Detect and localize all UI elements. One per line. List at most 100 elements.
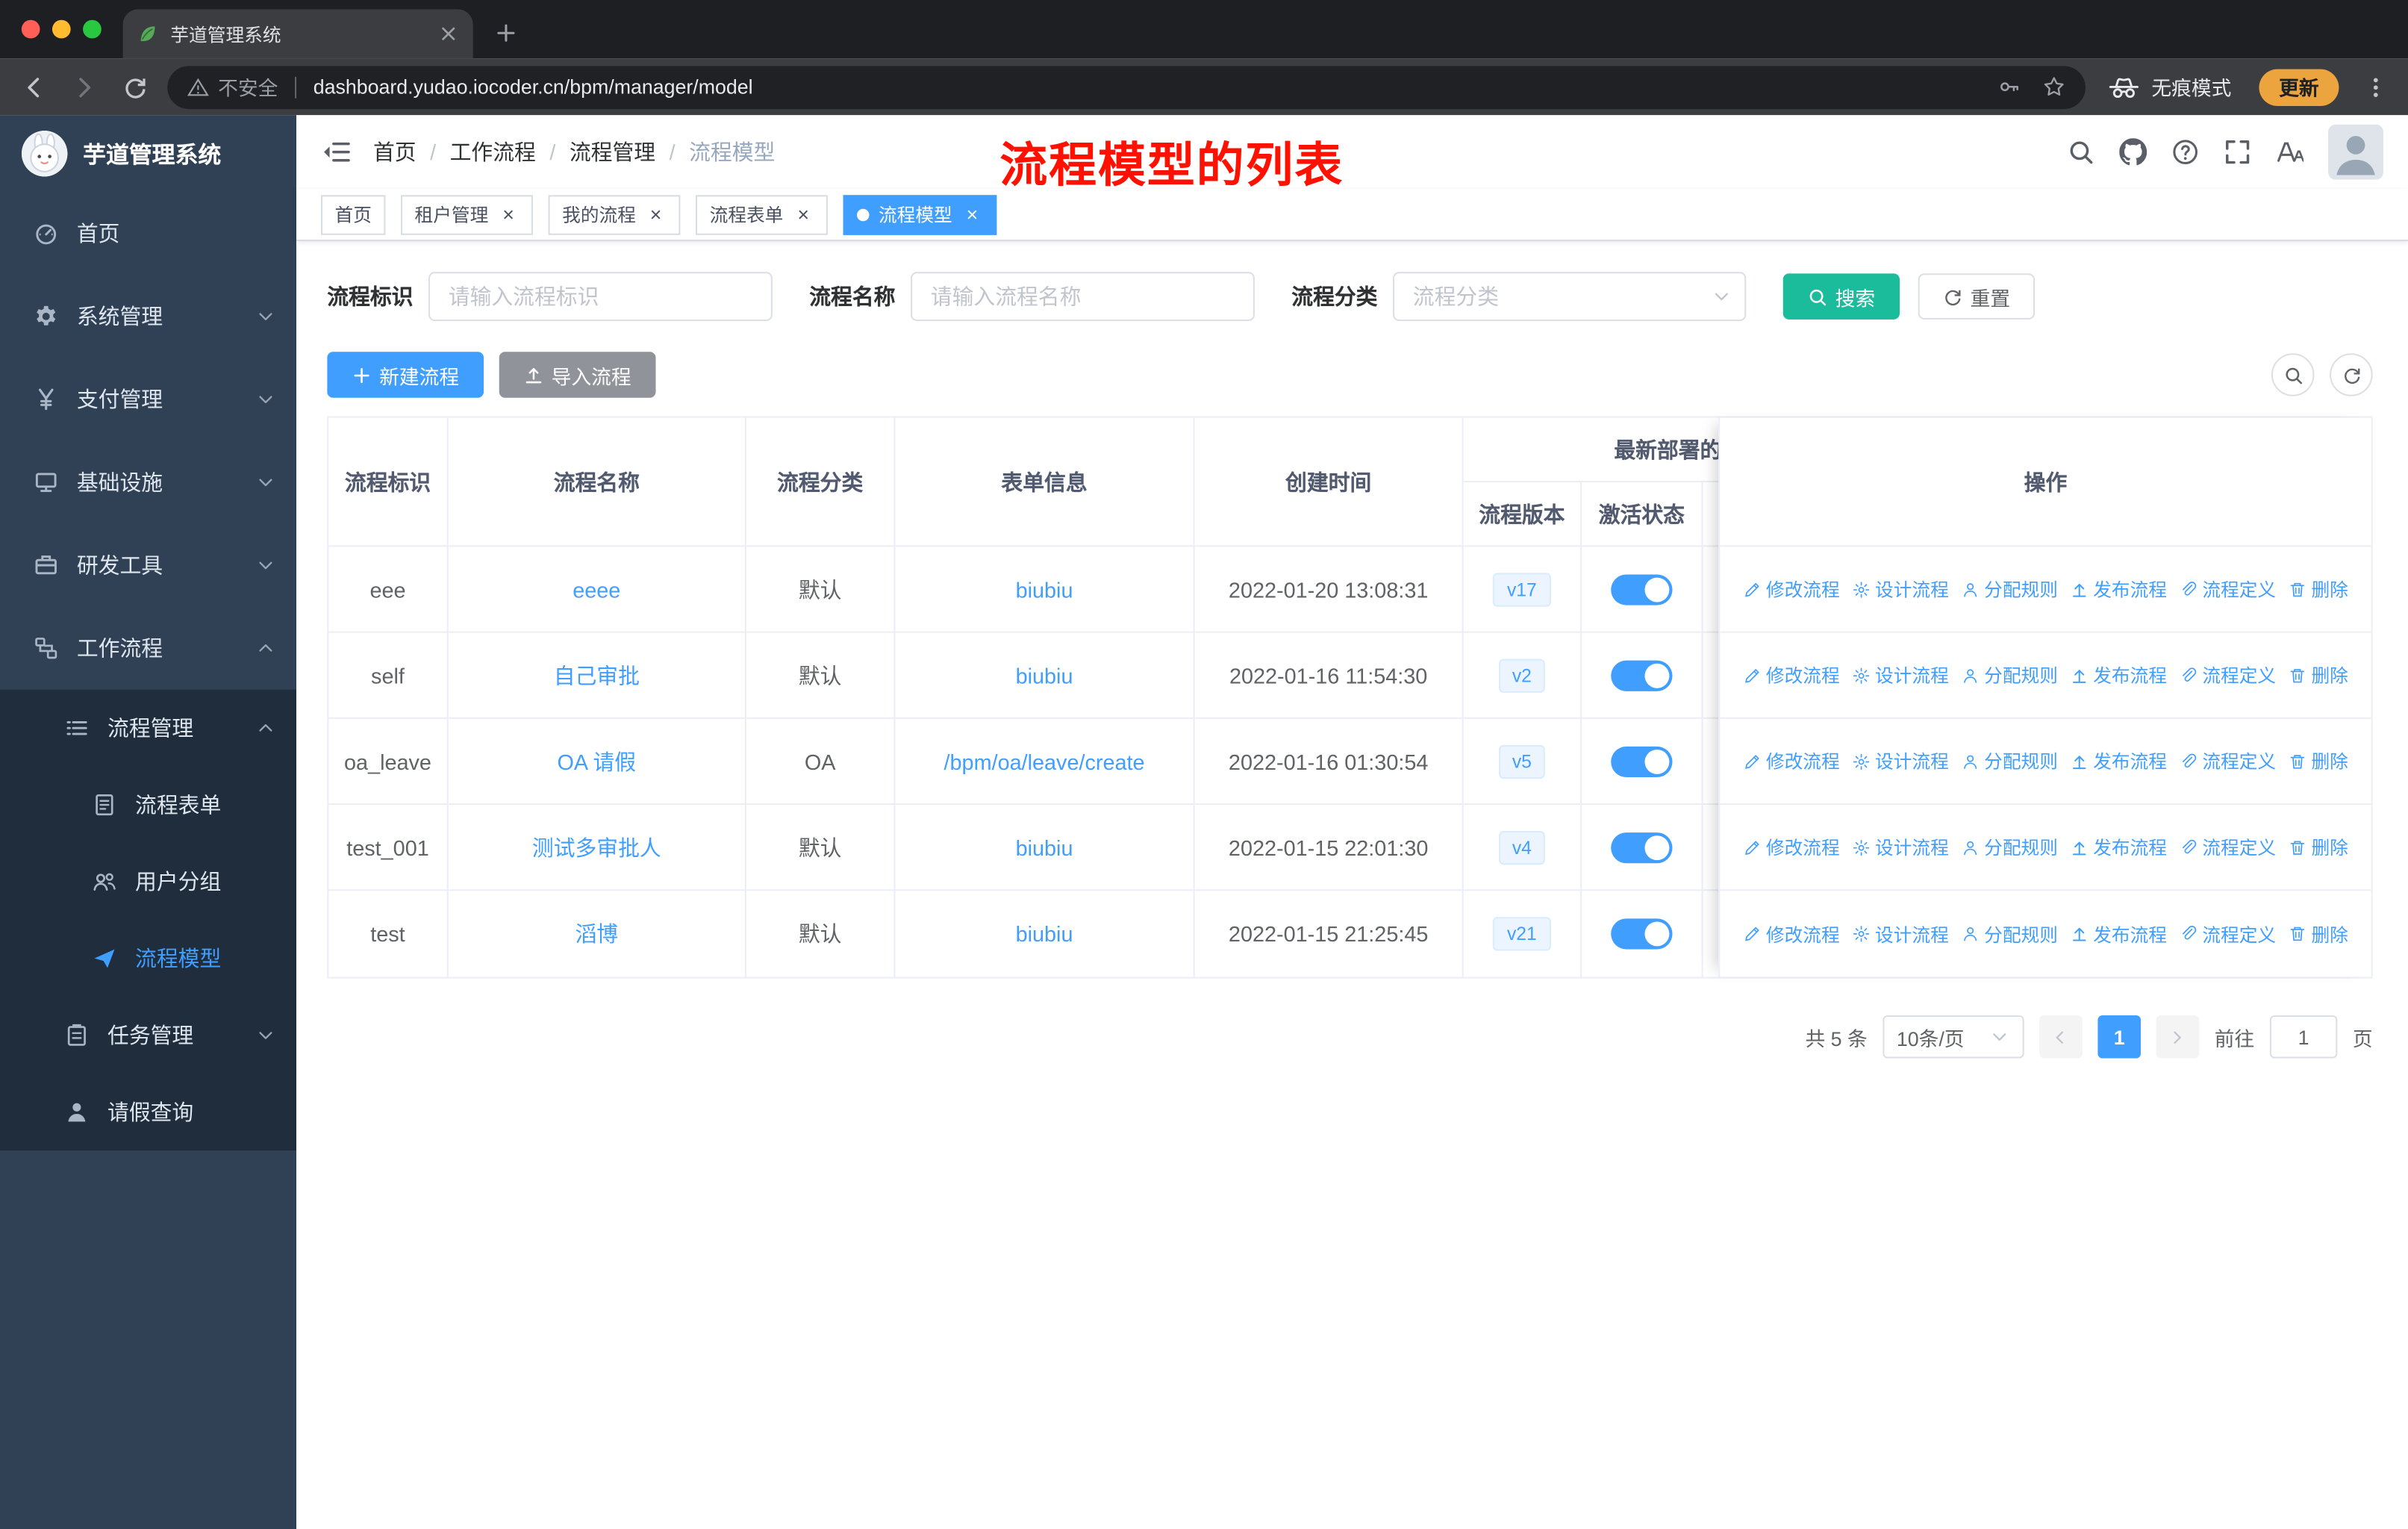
- design-process-link[interactable]: 设计流程: [1852, 921, 1949, 947]
- github-button[interactable]: [2119, 138, 2147, 166]
- edit-process-link[interactable]: 修改流程: [1743, 834, 1840, 860]
- close-tab-icon[interactable]: [437, 23, 459, 45]
- assign-rule-link[interactable]: 分配规则: [1961, 921, 2058, 947]
- publish-process-link[interactable]: 发布流程: [2070, 748, 2167, 774]
- sidebar-item-payment[interactable]: 支付管理: [0, 358, 296, 440]
- process-name-link[interactable]: 测试多审批人: [532, 832, 661, 862]
- browser-menu-button[interactable]: [2363, 75, 2388, 99]
- process-definition-link[interactable]: 流程定义: [2179, 834, 2276, 860]
- design-process-link[interactable]: 设计流程: [1852, 834, 1949, 860]
- address-bar[interactable]: 不安全 dashboard.yudao.iocoder.cn/bpm/manag…: [167, 65, 2086, 109]
- back-button[interactable]: [22, 75, 46, 99]
- process-definition-link[interactable]: 流程定义: [2179, 921, 2276, 947]
- sidebar-fold-button[interactable]: [321, 137, 352, 167]
- tag-process-model[interactable]: 流程模型 ×: [843, 194, 997, 234]
- process-name-input[interactable]: 请输入流程名称: [911, 272, 1255, 321]
- sidebar-item-dev-tools[interactable]: 研发工具: [0, 524, 296, 607]
- password-manager-icon[interactable]: [1998, 75, 2021, 99]
- delete-process-link[interactable]: 删除: [2289, 921, 2348, 947]
- active-toggle[interactable]: [1611, 745, 1673, 777]
- process-id-input[interactable]: 请输入流程标识: [428, 272, 773, 321]
- prev-page-button[interactable]: [2039, 1015, 2083, 1059]
- page-1-button[interactable]: 1: [2097, 1015, 2141, 1059]
- active-toggle[interactable]: [1611, 659, 1673, 691]
- next-page-button[interactable]: [2156, 1015, 2200, 1059]
- close-tag-icon[interactable]: ×: [498, 204, 520, 225]
- reload-button[interactable]: [123, 75, 148, 99]
- page-size-select[interactable]: 10条/页: [1883, 1015, 2024, 1059]
- breadcrumb-item[interactable]: 首页: [373, 137, 417, 167]
- assign-rule-link[interactable]: 分配规则: [1961, 662, 2058, 688]
- sidebar-item-home[interactable]: 首页: [0, 192, 296, 275]
- edit-process-link[interactable]: 修改流程: [1743, 921, 1840, 947]
- sidebar-item-infrastructure[interactable]: 基础设施: [0, 440, 296, 523]
- fullscreen-button[interactable]: [2224, 138, 2251, 166]
- sidebar-item-process-model[interactable]: 流程模型: [0, 920, 297, 997]
- process-name-link[interactable]: eeee: [573, 577, 620, 602]
- delete-process-link[interactable]: 删除: [2289, 662, 2348, 688]
- forward-button[interactable]: [72, 75, 97, 99]
- delete-process-link[interactable]: 删除: [2289, 748, 2348, 774]
- process-name-link[interactable]: 自己审批: [554, 660, 640, 691]
- sidebar-item-user-group[interactable]: 用户分组: [0, 843, 297, 921]
- user-avatar[interactable]: [2328, 124, 2384, 180]
- process-definition-link[interactable]: 流程定义: [2179, 576, 2276, 602]
- edit-process-link[interactable]: 修改流程: [1743, 576, 1840, 602]
- create-process-button[interactable]: 新建流程: [327, 352, 484, 398]
- assign-rule-link[interactable]: 分配规则: [1961, 748, 2058, 774]
- form-info-link[interactable]: biubiu: [1016, 663, 1073, 688]
- active-toggle[interactable]: [1611, 918, 1673, 950]
- search-button[interactable]: [2067, 138, 2094, 166]
- bookmark-star-icon[interactable]: [2042, 75, 2065, 99]
- assign-rule-link[interactable]: 分配规则: [1961, 576, 2058, 602]
- active-toggle[interactable]: [1611, 832, 1673, 863]
- close-window-button[interactable]: [21, 19, 40, 39]
- sidebar-item-process-management[interactable]: 流程管理: [0, 689, 297, 767]
- process-name-link[interactable]: OA 请假: [557, 746, 636, 776]
- toggle-search-button[interactable]: [2271, 353, 2315, 396]
- sidebar-item-leave-query[interactable]: 请假查询: [0, 1074, 297, 1150]
- help-button[interactable]: [2171, 138, 2199, 166]
- breadcrumb-item[interactable]: 流程管理: [570, 137, 655, 167]
- browser-tab[interactable]: 芋道管理系统: [122, 9, 473, 59]
- close-tag-icon[interactable]: ×: [793, 204, 814, 225]
- publish-process-link[interactable]: 发布流程: [2070, 834, 2167, 860]
- zoom-window-button[interactable]: [83, 19, 102, 39]
- sidebar-item-system[interactable]: 系统管理: [0, 275, 296, 358]
- breadcrumb-item[interactable]: 工作流程: [450, 137, 536, 167]
- design-process-link[interactable]: 设计流程: [1852, 748, 1949, 774]
- edit-process-link[interactable]: 修改流程: [1743, 662, 1840, 688]
- publish-process-link[interactable]: 发布流程: [2070, 576, 2167, 602]
- close-tag-icon[interactable]: ×: [645, 204, 667, 225]
- publish-process-link[interactable]: 发布流程: [2070, 921, 2167, 947]
- update-browser-button[interactable]: 更新: [2259, 68, 2339, 105]
- form-info-link[interactable]: biubiu: [1016, 921, 1073, 946]
- tag-tenant-management[interactable]: 租户管理 ×: [401, 194, 533, 234]
- tag-my-process[interactable]: 我的流程 ×: [548, 194, 681, 234]
- goto-page-input[interactable]: 1: [2269, 1015, 2338, 1059]
- import-process-button[interactable]: 导入流程: [499, 352, 656, 398]
- sidebar-item-task-management[interactable]: 任务管理: [0, 997, 297, 1074]
- process-definition-link[interactable]: 流程定义: [2179, 748, 2276, 774]
- design-process-link[interactable]: 设计流程: [1852, 662, 1949, 688]
- close-tag-icon[interactable]: ×: [961, 204, 983, 225]
- font-size-button[interactable]: [2276, 138, 2304, 166]
- form-info-link[interactable]: biubiu: [1016, 835, 1073, 859]
- category-select[interactable]: 流程分类: [1393, 272, 1747, 321]
- search-button[interactable]: 搜索: [1782, 273, 1900, 320]
- delete-process-link[interactable]: 删除: [2289, 834, 2348, 860]
- tag-process-form[interactable]: 流程表单 ×: [696, 194, 829, 234]
- publish-process-link[interactable]: 发布流程: [2070, 662, 2167, 688]
- tag-home[interactable]: 首页: [320, 194, 386, 234]
- design-process-link[interactable]: 设计流程: [1852, 576, 1949, 602]
- minimize-window-button[interactable]: [52, 19, 71, 39]
- process-name-link[interactable]: 滔博: [575, 918, 618, 949]
- active-toggle[interactable]: [1611, 573, 1673, 605]
- sidebar-item-process-form[interactable]: 流程表单: [0, 766, 297, 844]
- delete-process-link[interactable]: 删除: [2289, 576, 2348, 602]
- form-info-link[interactable]: /bpm/oa/leave/create: [944, 749, 1145, 773]
- new-tab-button[interactable]: [494, 22, 517, 45]
- process-definition-link[interactable]: 流程定义: [2179, 662, 2276, 688]
- refresh-table-button[interactable]: [2330, 353, 2373, 396]
- reset-button[interactable]: 重置: [1918, 273, 2036, 320]
